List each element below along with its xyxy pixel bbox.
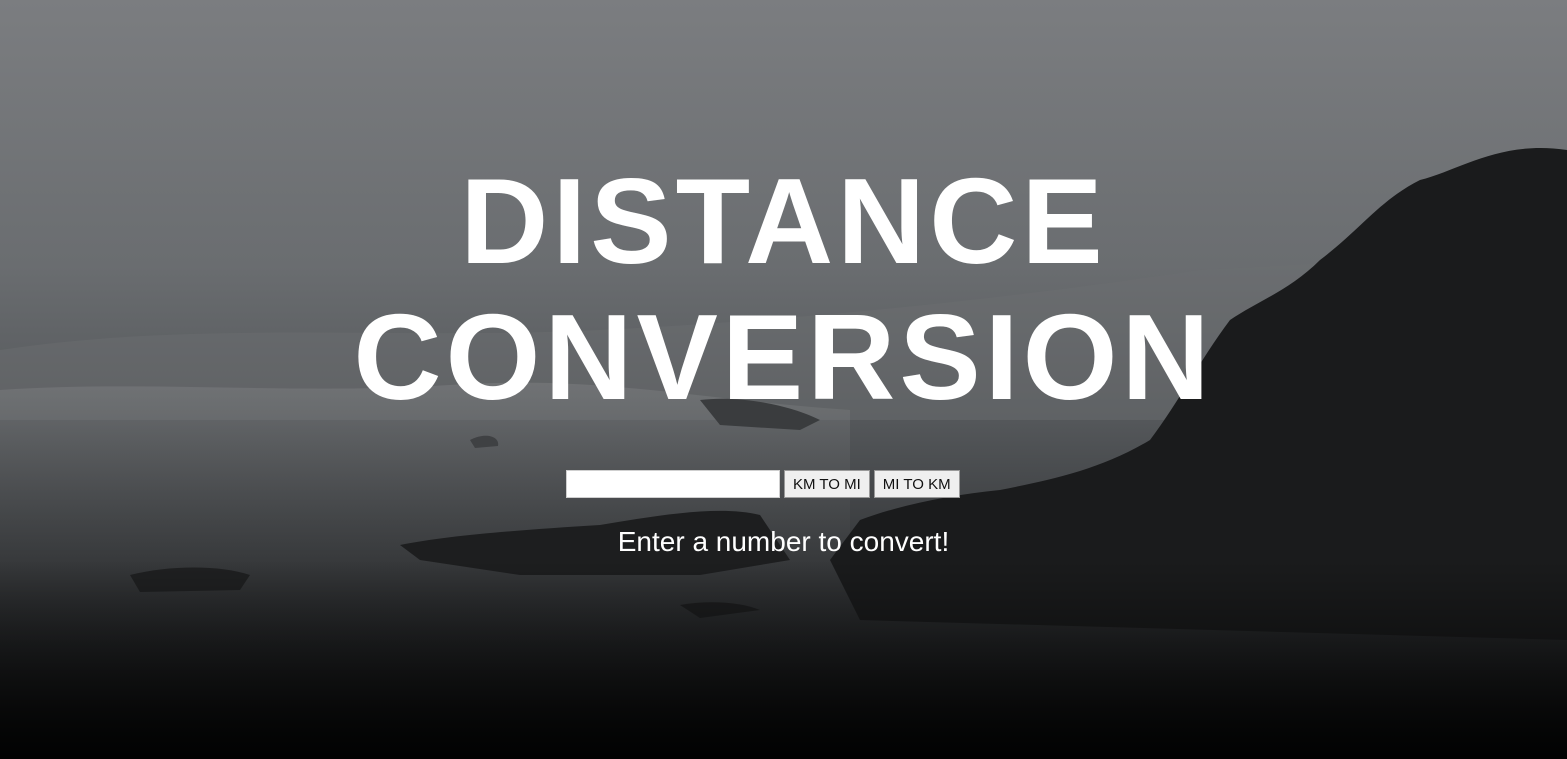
page-title-line2: CONVERSION	[353, 289, 1214, 425]
page-title-line1: DISTANCE	[460, 153, 1107, 289]
distance-input[interactable]	[566, 470, 780, 498]
converter-form: KM TO MI MI TO KM	[566, 469, 964, 499]
mi-to-km-button[interactable]: MI TO KM	[873, 470, 960, 498]
result-message: Enter a number to convert!	[617, 526, 950, 557]
km-to-mi-button[interactable]: KM TO MI	[784, 470, 870, 498]
main-content: DISTANCE CONVERSION KM TO MI MI TO KM En…	[0, 0, 1567, 759]
